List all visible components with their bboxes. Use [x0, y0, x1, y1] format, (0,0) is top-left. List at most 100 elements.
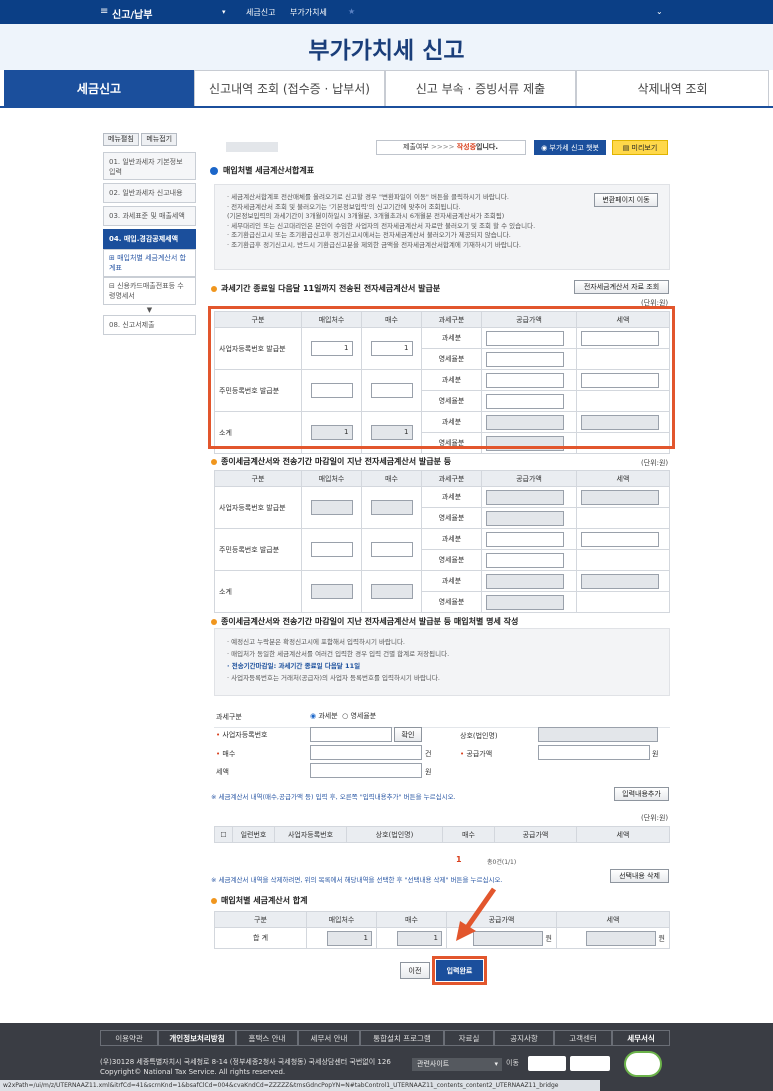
confirm-button[interactable]: 확인: [394, 727, 422, 742]
radio-taxable-label: 과세분: [318, 712, 338, 720]
pagination-count: 총0건(1/1): [487, 859, 517, 866]
summary-tax: [586, 930, 657, 946]
sheets-input[interactable]: [310, 745, 422, 760]
summary-count: 1: [327, 930, 372, 946]
notice-line: (기본정보입력의 과세기간이 3개월이하일시 3개월분, 3개월초과시 6개월분…: [227, 212, 505, 220]
expand-menu-button[interactable]: 메뉴펼침: [103, 133, 139, 146]
chatbot-button[interactable]: ◉ 부가세 신고 챗봇: [534, 140, 606, 155]
unit-won: 원: [425, 768, 432, 776]
footer-link[interactable]: 세무서 안내: [298, 1030, 360, 1046]
col-header: 상호(법인명): [346, 826, 443, 843]
footer-link[interactable]: 공지사항: [494, 1030, 554, 1046]
sidebar-item-report-content[interactable]: 02. 일반과세자 신고내용: [103, 183, 196, 203]
left-sidebar: 메뉴펼침 메뉴접기 01. 일반과세자 기본정보 입력 02. 일반과세자 신고…: [103, 133, 196, 338]
preview-button[interactable]: ▤ 미리보기: [612, 140, 668, 155]
tab-deleted-history[interactable]: 삭제내역 조회: [576, 70, 769, 106]
status-label: 제출여부: [403, 143, 429, 151]
sheet-count-input: [370, 500, 413, 515]
footer-link[interactable]: 통합설치 프로그램: [360, 1030, 444, 1046]
notice-box-2: · 예정신고 누락분은 확정신고시에 포함해서 입력하시기 바랍니다. · 매입…: [214, 628, 670, 696]
summary-table: 구분 매입처수 매수 공급가액 세액 합 계11 원 원: [214, 911, 670, 949]
notice-line: · 전자세금계산서 조회 및 불러오기는 '기본정보입력'의 신고기간에 맞추어…: [227, 202, 461, 211]
related-site-label: 관련사이트: [417, 1060, 450, 1068]
tax-type-label: 영세율분: [421, 507, 482, 529]
sidebar-sub-card-receipts[interactable]: ⊟ 신용카드매출전표등 수령명세서: [103, 277, 196, 305]
row-label: 소계: [214, 570, 302, 613]
paper-invoice-table: 구분 매입처수 매수 과세구분 공급가액 세액 사업자등록번호 발급분 과세분 영세율분 주…: [214, 470, 670, 613]
e-invoice-query-button[interactable]: 전자세금계산서 자료 조회: [574, 280, 669, 294]
page-title: 부가가치세 신고: [308, 38, 465, 64]
status-row: 제출여부 >>>> 작성중입니다. ◉ 부가세 신고 챗봇 ▤ 미리보기: [208, 140, 670, 156]
tax-type-label: 영세율분: [421, 591, 482, 613]
tab-filing-history[interactable]: 신고내역 조회 (접수증 · 납부서): [194, 70, 385, 106]
sidebar-item-purchase-deduction[interactable]: 04. 매입.경감공제세액: [103, 229, 196, 249]
subtotal-supply: [486, 573, 564, 589]
col-header: 사업자등록번호: [274, 826, 347, 843]
col-header: 매수: [361, 470, 422, 487]
related-site-select[interactable]: 관련사이트 ▾: [412, 1058, 502, 1071]
tax-type-label: 과세분: [421, 570, 482, 592]
purchaser-count-input[interactable]: [310, 542, 353, 557]
remote-support-icon[interactable]: [570, 1056, 610, 1071]
col-header: 과세구분: [421, 470, 482, 487]
convert-page-button[interactable]: 변환페이지 이동: [594, 193, 658, 207]
notice-line: · 예정신고 누락분은 확정신고시에 포함해서 입력하시기 바랍니다.: [227, 638, 405, 646]
collapse-menu-button[interactable]: 메뉴접기: [141, 133, 178, 146]
biz-no-input[interactable]: [310, 727, 392, 742]
top-menu-label[interactable]: 신고/납부: [112, 6, 152, 21]
col-header: 구분: [214, 470, 302, 487]
tax-type-label: 과세분: [421, 486, 482, 508]
supply-amount-input[interactable]: [486, 531, 564, 547]
radio-taxable[interactable]: ◉: [310, 712, 316, 720]
chevron-down-icon[interactable]: ▾: [222, 8, 226, 16]
col-header: 매수: [442, 826, 495, 843]
notice-line: · 조기환급후 정기신고시, 반드시 기환급신고분을 제외한 금액을 전자세금계…: [227, 240, 521, 249]
tab-attachments[interactable]: 신고 부속 · 증빙서류 제출: [385, 70, 576, 106]
sidebar-item-label: 02. 일반과세자 신고내용: [109, 189, 183, 197]
prev-button[interactable]: 이전: [400, 962, 430, 979]
breadcrumb-2[interactable]: 부가가치세: [290, 7, 327, 18]
bullet-icon: [211, 458, 217, 465]
sidebar-item-submit[interactable]: 08. 신고서제출: [103, 315, 196, 335]
supply-input[interactable]: [538, 745, 650, 760]
footer-link[interactable]: 세무서식: [612, 1030, 670, 1046]
delete-selected-button[interactable]: 선택내용 삭제: [610, 869, 669, 883]
footer-copyright: Copyright© National Tax Service. All rig…: [100, 1068, 286, 1076]
supply-amount-input[interactable]: [486, 552, 564, 568]
bullet-icon: [210, 166, 218, 175]
footer-link[interactable]: 홈택스 안내: [236, 1030, 298, 1046]
notice-line: · 사업자등록번호는 거래처(공급자)의 사업자 등록번호를 입력하시기 바랍니…: [227, 674, 440, 682]
footer-link[interactable]: 개인정보처리방침: [158, 1030, 236, 1046]
col-header: 세액: [556, 911, 670, 928]
add-note: ※ 세금계산서 내역(매수,공급가액 등) 입력 후, 오른쪽 "입력내용추가"…: [211, 793, 456, 801]
star-icon[interactable]: ★: [348, 7, 355, 16]
footer-link[interactable]: 고객센터: [554, 1030, 612, 1046]
section-title-text: 매입처별 세금계산서합계표: [223, 166, 315, 175]
input-complete-button[interactable]: 입력완료: [436, 960, 483, 981]
go-button[interactable]: 이동: [506, 1058, 519, 1068]
pagination-page[interactable]: 1: [456, 855, 462, 864]
add-entry-button[interactable]: 입력내용추가: [614, 787, 669, 801]
status-state: 작성중: [456, 143, 477, 151]
sheets-label: 매수: [222, 750, 236, 758]
breadcrumb-1[interactable]: 세금신고: [246, 7, 275, 18]
sidebar-sub-label: 신용카드매출전표등 수령명세서: [109, 282, 184, 300]
footer-link[interactable]: 자료실: [444, 1030, 494, 1046]
entry-list-table: ☐ 일련번호 사업자등록번호 상호(법인명) 매수 공급가액 세액: [214, 826, 670, 843]
tab-tax-filing[interactable]: 세금신고: [4, 70, 194, 106]
sidebar-sub-invoice-summary[interactable]: ⊞ 매입처별 세금계산서 합계표: [103, 249, 196, 277]
sheet-count-input[interactable]: [370, 542, 413, 557]
supply-amount-input: [486, 510, 564, 526]
footer-link[interactable]: 이용약관: [100, 1030, 158, 1046]
sidebar-item-basic-info[interactable]: 01. 일반과세자 기본정보 입력: [103, 152, 196, 180]
tax-label: 세액: [216, 768, 229, 776]
dropdown-circle-icon[interactable]: ⌄: [656, 7, 663, 16]
menu-icon[interactable]: ≡: [100, 6, 108, 17]
section-1-title: 과세기간 종료일 다음달 11일까지 전송된 전자세금계산서 발급분: [211, 283, 440, 294]
sidebar-item-tax-base[interactable]: 03. 과세표준 및 매출세액: [103, 206, 196, 226]
tax-amount-input[interactable]: [581, 531, 659, 547]
radio-zero-rate[interactable]: ○: [342, 712, 348, 720]
document-icon: ▤: [622, 143, 632, 152]
tax-input[interactable]: [310, 763, 422, 778]
select-all-checkbox[interactable]: ☐: [220, 831, 226, 839]
